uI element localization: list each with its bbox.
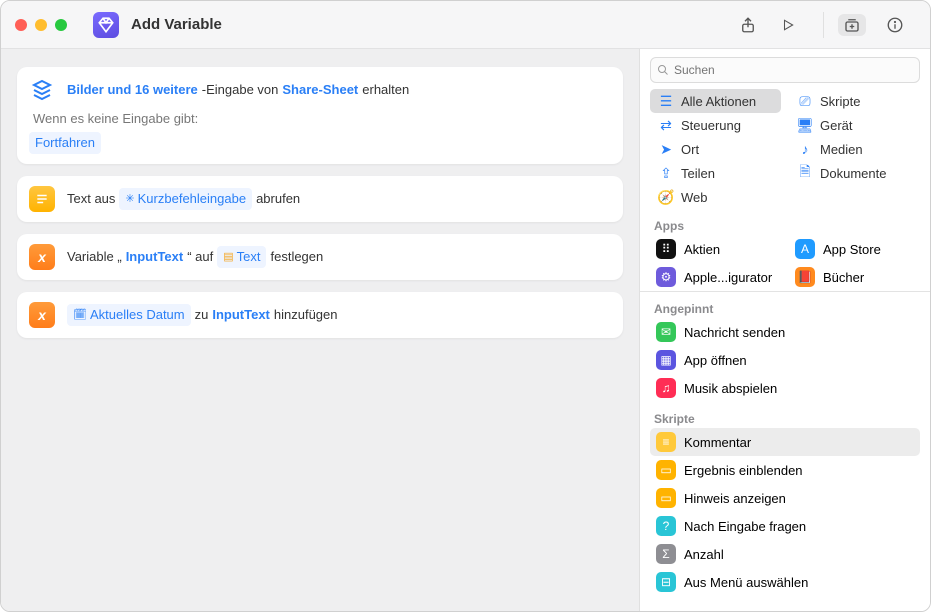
text: “ auf xyxy=(187,244,213,270)
input-icon xyxy=(29,77,55,103)
script-item[interactable]: ⊟Aus Menü auswählen xyxy=(650,568,920,596)
get-text-card[interactable]: Text aus ✳︎Kurzbefehleingabe abrufen xyxy=(17,176,623,222)
variable-name-token[interactable]: InputText xyxy=(126,246,184,268)
scripts-list: ≡Kommentar ▭Ergebnis einblenden ▭Hinweis… xyxy=(640,428,930,600)
comment-icon: ≡ xyxy=(656,432,676,452)
text: festlegen xyxy=(270,244,323,270)
pinned-item[interactable]: ♫Musik abspielen xyxy=(650,374,920,402)
text: abrufen xyxy=(256,186,300,212)
action-library: ☰Alle Aktionen ⎚Skripte ⇄Steuerung 🖥Gerä… xyxy=(640,49,930,611)
category-all-actions[interactable]: ☰Alle Aktionen xyxy=(650,89,781,113)
workflow-editor[interactable]: Bilder und 16 weitere -Eingabe von Share… xyxy=(1,49,640,611)
media-icon: ♪ xyxy=(797,141,813,157)
search-field[interactable] xyxy=(650,57,920,83)
close-window-button[interactable] xyxy=(15,19,27,31)
variable-action-icon: x xyxy=(29,302,55,328)
pinned-heading: Angepinnt xyxy=(640,296,930,318)
shortcuts-window: Add Variable xyxy=(0,0,931,612)
titlebar: Add Variable xyxy=(1,1,930,49)
app-item[interactable]: ⠿Aktien xyxy=(650,235,781,263)
control-icon: ⇄ xyxy=(658,117,674,133)
category-web[interactable]: 🧭Web xyxy=(650,185,781,209)
run-icon[interactable] xyxy=(777,14,799,36)
category-grid: ☰Alle Aktionen ⎚Skripte ⇄Steuerung 🖥Gerä… xyxy=(640,89,930,213)
category-control[interactable]: ⇄Steuerung xyxy=(650,113,781,137)
apps-heading: Apps xyxy=(640,213,930,235)
show-alert-icon: ▭ xyxy=(656,488,676,508)
text-action-icon xyxy=(29,186,55,212)
doc-icon: 🗎 xyxy=(797,165,813,181)
scripts-heading: Skripte xyxy=(640,406,930,428)
shortcut-icon xyxy=(93,12,119,38)
stocks-icon: ⠿ xyxy=(656,239,676,259)
show-result-icon: ▭ xyxy=(656,460,676,480)
configurator-icon: ⚙ xyxy=(656,267,676,287)
script-item[interactable]: ?Nach Eingabe fragen xyxy=(650,512,920,540)
input-types-token[interactable]: Bilder und 16 weitere xyxy=(67,79,198,101)
location-icon: ➤ xyxy=(658,141,674,157)
script-item[interactable]: ≡Kommentar xyxy=(650,428,920,456)
search-input[interactable] xyxy=(674,63,913,77)
no-input-label: Wenn es keine Eingabe gibt: xyxy=(33,111,611,126)
current-date-token[interactable]: 🗓Aktuelles Datum xyxy=(67,304,191,326)
category-scripts[interactable]: ⎚Skripte xyxy=(789,89,920,113)
zoom-window-button[interactable] xyxy=(55,19,67,31)
add-to-variable-card[interactable]: x 🗓Aktuelles Datum zu InputText hinzufüg… xyxy=(17,292,623,338)
web-icon: 🧭 xyxy=(658,189,674,205)
variable-name-token[interactable]: InputText xyxy=(212,304,270,326)
content: Bilder und 16 weitere -Eingabe von Share… xyxy=(1,49,930,611)
app-item[interactable]: AApp Store xyxy=(789,235,920,263)
fallback-token[interactable]: Fortfahren xyxy=(29,132,101,154)
ask-input-icon: ? xyxy=(656,516,676,536)
library-icon[interactable] xyxy=(838,14,866,36)
divider xyxy=(823,12,824,38)
open-app-icon: ▦ xyxy=(656,350,676,370)
script-icon: ⎚ xyxy=(797,93,813,109)
messages-icon: ✉ xyxy=(656,322,676,342)
script-item[interactable]: ▭Hinweis anzeigen xyxy=(650,484,920,512)
choose-menu-icon: ⊟ xyxy=(656,572,676,592)
value-token[interactable]: ▤Text xyxy=(217,246,266,268)
books-icon: 📕 xyxy=(795,267,815,287)
input-card[interactable]: Bilder und 16 weitere -Eingabe von Share… xyxy=(17,67,623,164)
variable-action-icon: x xyxy=(29,244,55,270)
appstore-icon: A xyxy=(795,239,815,259)
info-icon[interactable] xyxy=(884,14,906,36)
minimize-window-button[interactable] xyxy=(35,19,47,31)
pinned-item[interactable]: ✉Nachricht senden xyxy=(650,318,920,346)
list-icon: ☰ xyxy=(658,93,674,109)
text: Text aus xyxy=(67,186,115,212)
pinned-list: ✉Nachricht senden ▦App öffnen ♫Musik abs… xyxy=(640,318,930,406)
share-icon: ⇪ xyxy=(658,165,674,181)
text: -Eingabe von xyxy=(202,77,279,103)
category-device[interactable]: 🖥Gerät xyxy=(789,113,920,137)
shortcut-input-token[interactable]: ✳︎Kurzbefehleingabe xyxy=(119,188,252,210)
text: Variable „ xyxy=(67,244,122,270)
category-documents[interactable]: 🗎Dokumente xyxy=(789,161,920,185)
app-item[interactable]: 📕Bücher xyxy=(789,263,920,291)
count-icon: Σ xyxy=(656,544,676,564)
share-icon[interactable] xyxy=(737,14,759,36)
script-item[interactable]: ΣAnzahl xyxy=(650,540,920,568)
actions-panel: Angepinnt ✉Nachricht senden ▦App öffnen … xyxy=(640,291,930,611)
pinned-item[interactable]: ▦App öffnen xyxy=(650,346,920,374)
script-item[interactable]: ▭Ergebnis einblenden xyxy=(650,456,920,484)
text: zu xyxy=(195,302,209,328)
music-icon: ♫ xyxy=(656,378,676,398)
window-controls xyxy=(15,19,67,31)
text: hinzufügen xyxy=(274,302,338,328)
window-title: Add Variable xyxy=(131,16,725,33)
category-location[interactable]: ➤Ort xyxy=(650,137,781,161)
share-sheet-token[interactable]: Share-Sheet xyxy=(282,79,358,101)
category-media[interactable]: ♪Medien xyxy=(789,137,920,161)
app-item[interactable]: ⚙Apple...igurator xyxy=(650,263,781,291)
set-variable-card[interactable]: x Variable „ InputText “ auf ▤Text festl… xyxy=(17,234,623,280)
text: erhalten xyxy=(362,77,409,103)
apps-list: ⠿Aktien AApp Store ⚙Apple...igurator 📕Bü… xyxy=(640,235,930,291)
device-icon: 🖥 xyxy=(797,117,813,133)
category-share[interactable]: ⇪Teilen xyxy=(650,161,781,185)
